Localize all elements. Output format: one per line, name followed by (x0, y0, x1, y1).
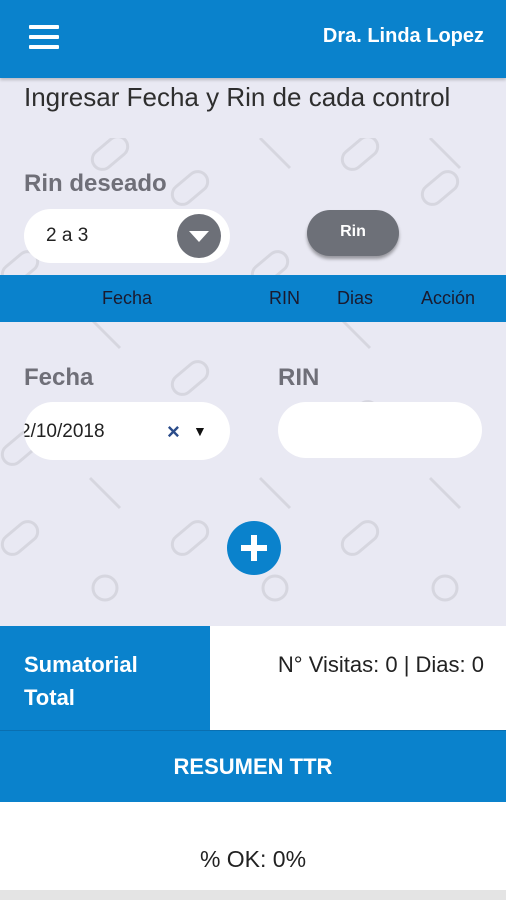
rin-button[interactable]: Rin (307, 210, 399, 256)
plus-icon[interactable] (227, 521, 281, 575)
sumatorial-total-value: N° Visitas: 0 | Dias: 0 (210, 626, 506, 730)
sumatorial-total-label: Sumatorial Total (0, 626, 210, 730)
rin-deseado-label: Rin deseado (24, 170, 167, 197)
doctor-name: Dra. Linda Lopez (322, 25, 484, 47)
instruction-text: Ingresar Fecha y Rin de cada control (24, 82, 451, 112)
sumatorial-label-line1: Sumatorial (24, 652, 138, 677)
table-header: Fecha RIN Dias Acción (0, 275, 506, 322)
rin-deseado-value: 2 a 3 (46, 225, 89, 246)
fecha-value: 2/10/2018 (24, 421, 105, 442)
column-fecha: Fecha (102, 288, 153, 308)
column-dias: Dias (337, 288, 374, 308)
bottom-divider (0, 890, 506, 900)
fecha-input[interactable]: 2/10/2018 × ▼ (24, 402, 230, 460)
sumatorial-label-line2: Total (24, 685, 75, 710)
clear-icon[interactable]: × (167, 419, 180, 445)
visitas-dias-text: N° Visitas: 0 | Dias: 0 (277, 652, 484, 677)
rin-input[interactable] (278, 402, 482, 458)
column-rin: RIN (269, 288, 300, 308)
column-accion: Acción (421, 288, 476, 308)
chevron-down-icon[interactable] (177, 214, 221, 258)
resumen-ttr-title: RESUMEN TTR (0, 730, 506, 802)
rin-deseado-select[interactable]: 2 a 3 (24, 209, 230, 263)
dropdown-arrow-icon[interactable]: ▼ (193, 423, 207, 439)
ok-percentage: % OK: 0% (199, 846, 307, 872)
app-header: Dra. Linda Lopez (0, 0, 506, 78)
menu-icon[interactable] (26, 22, 62, 52)
ok-panel: % OK: 0% (0, 802, 506, 890)
rin-label: RIN (278, 364, 320, 391)
fecha-label: Fecha (24, 364, 94, 391)
